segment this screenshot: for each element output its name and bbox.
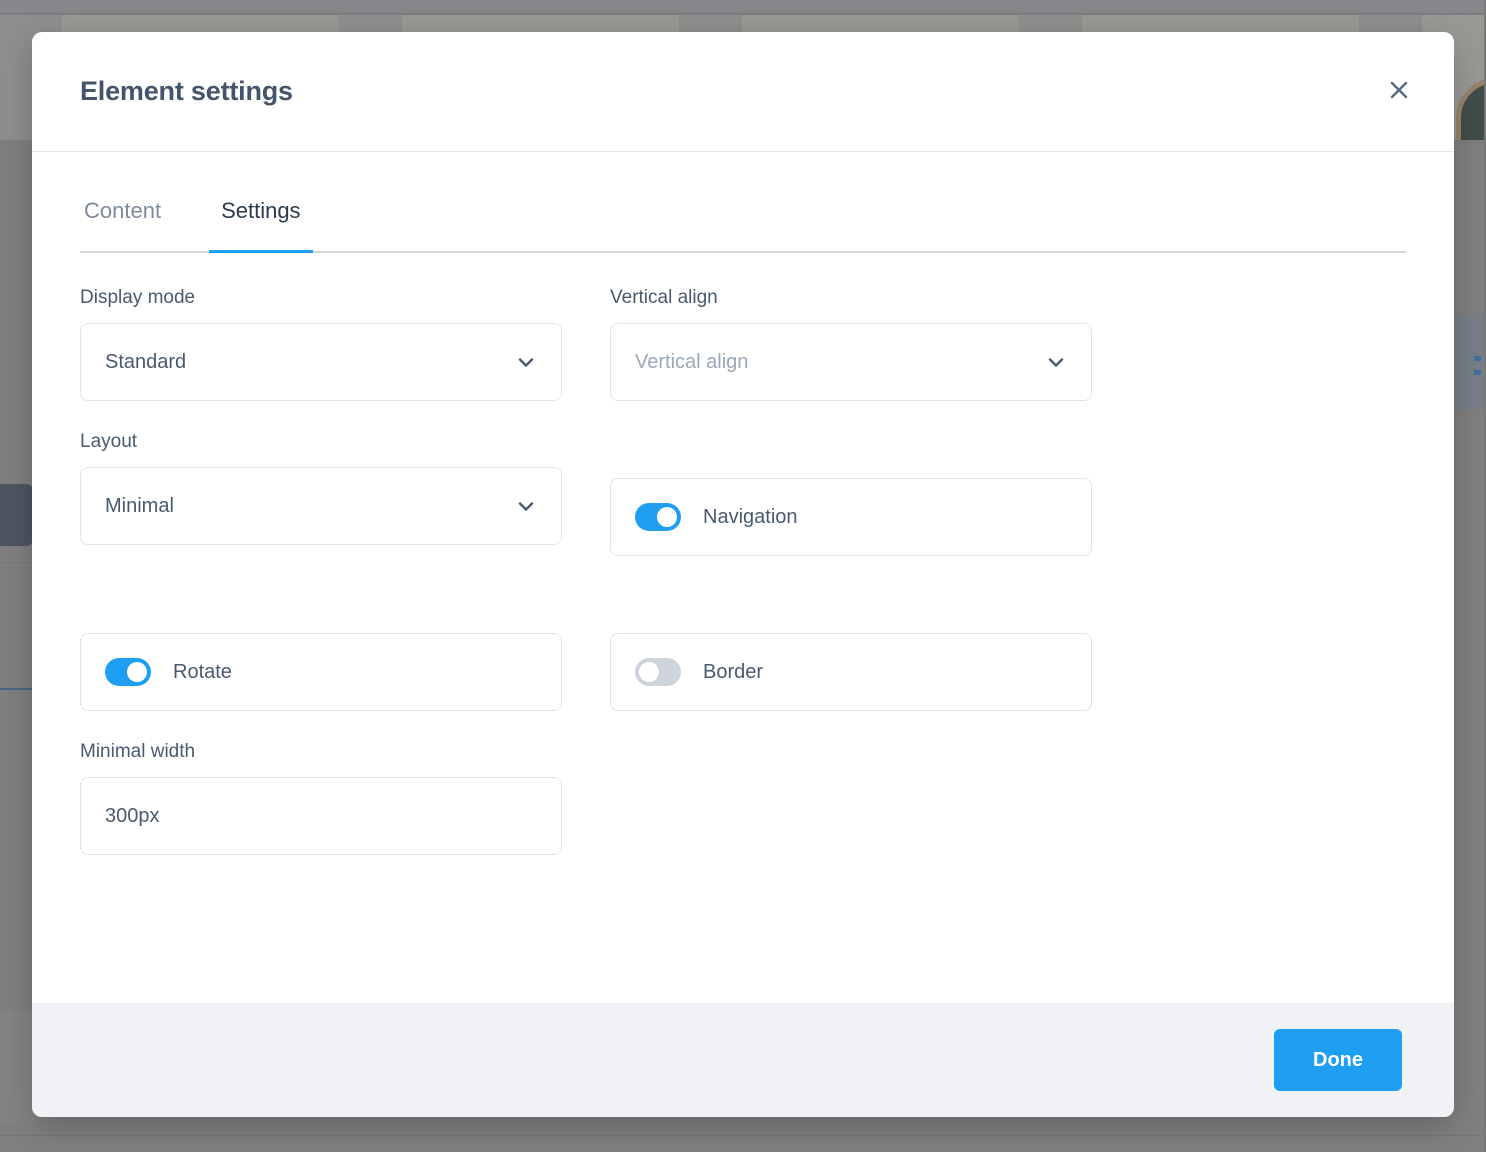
layout-field: Layout Minimal bbox=[80, 431, 562, 556]
element-settings-dialog: Element settings Content Settings Displa… bbox=[32, 32, 1454, 1117]
border-spacer bbox=[610, 586, 1092, 619]
tab-settings[interactable]: Settings bbox=[209, 188, 313, 253]
navigation-toggle[interactable] bbox=[635, 503, 681, 531]
close-button[interactable] bbox=[1382, 75, 1416, 109]
navigation-field: Navigation bbox=[610, 431, 1092, 556]
dialog-body: Content Settings Display mode Standard V… bbox=[32, 152, 1454, 1003]
close-icon bbox=[1388, 79, 1410, 104]
minimal-width-label: Minimal width bbox=[80, 741, 196, 762]
settings-form: Display mode Standard Vertical align Ver… bbox=[80, 287, 1406, 885]
display-mode-label: Display mode bbox=[80, 287, 196, 308]
display-mode-field: Display mode Standard bbox=[80, 287, 562, 401]
border-toggle[interactable] bbox=[635, 658, 681, 686]
display-mode-value: Standard bbox=[105, 350, 187, 373]
border-field: Border bbox=[610, 586, 1092, 711]
layout-value: Minimal bbox=[105, 494, 174, 517]
done-button[interactable]: Done bbox=[1274, 1029, 1402, 1091]
rotate-label: Rotate bbox=[173, 660, 232, 683]
border-label: Border bbox=[703, 660, 764, 683]
minimal-width-field: Minimal width bbox=[80, 741, 562, 855]
layout-select[interactable]: Minimal bbox=[80, 467, 562, 545]
chevron-down-icon bbox=[515, 351, 537, 373]
rotate-field: Rotate bbox=[80, 586, 562, 711]
navigation-spacer bbox=[610, 431, 1092, 464]
vertical-align-field: Vertical align Vertical align bbox=[610, 287, 1092, 401]
rotate-toggle-row[interactable]: Rotate bbox=[80, 633, 562, 711]
display-mode-select[interactable]: Standard bbox=[80, 323, 562, 401]
vertical-align-select[interactable]: Vertical align bbox=[610, 323, 1092, 401]
chevron-down-icon bbox=[1045, 351, 1067, 373]
vertical-align-label: Vertical align bbox=[610, 287, 718, 308]
layout-label: Layout bbox=[80, 431, 138, 452]
chevron-down-icon bbox=[515, 495, 537, 517]
tab-bar: Content Settings bbox=[80, 188, 1406, 253]
vertical-align-value: Vertical align bbox=[635, 350, 749, 373]
tab-content[interactable]: Content bbox=[80, 188, 165, 251]
navigation-toggle-row[interactable]: Navigation bbox=[610, 478, 1092, 556]
dialog-header: Element settings bbox=[32, 32, 1454, 152]
border-toggle-row[interactable]: Border bbox=[610, 633, 1092, 711]
dialog-footer: Done bbox=[32, 1003, 1454, 1117]
rotate-spacer bbox=[80, 586, 562, 619]
rotate-toggle[interactable] bbox=[105, 658, 151, 686]
minimal-width-input[interactable] bbox=[80, 777, 562, 855]
navigation-label: Navigation bbox=[703, 505, 798, 528]
page-title: Element settings bbox=[80, 76, 293, 106]
